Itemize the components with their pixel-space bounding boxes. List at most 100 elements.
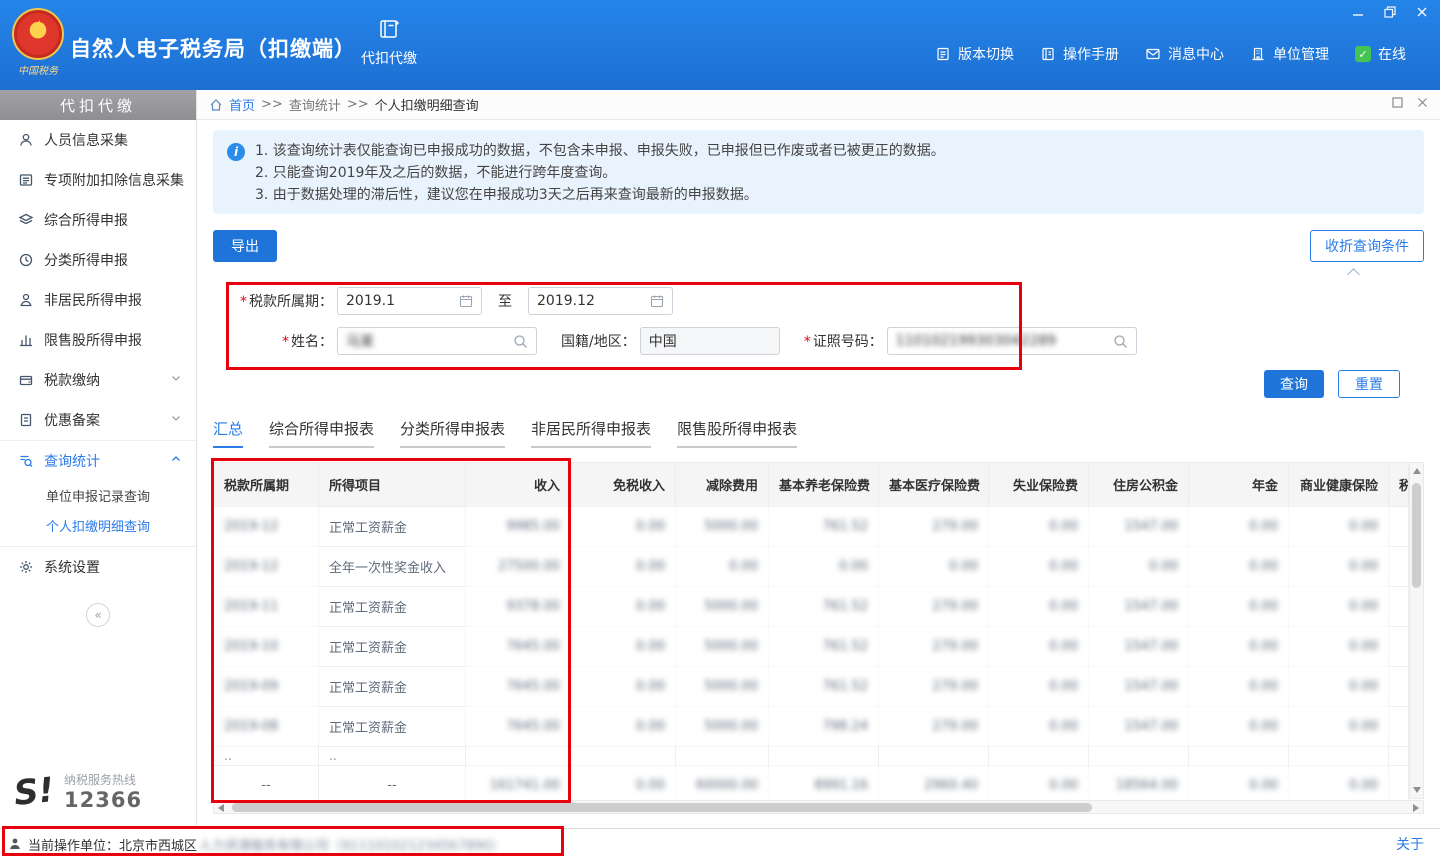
name-input[interactable]: 马某 — [337, 327, 537, 355]
panel-close-icon[interactable] — [1417, 97, 1428, 112]
gear-icon — [18, 559, 34, 575]
table-cell: 正常工资薪金 — [319, 667, 466, 707]
tax-bureau-logo — [12, 8, 64, 60]
scroll-down-icon[interactable] — [1413, 787, 1421, 793]
table-cell — [879, 747, 989, 766]
sidebar-item-classified-income[interactable]: 分类所得申报 — [0, 240, 196, 280]
collapse-caret-icon — [1347, 268, 1360, 281]
table-cell: 1547.00 — [1089, 627, 1189, 667]
menu-online-status[interactable]: ✓ 在线 — [1355, 44, 1406, 64]
search-button[interactable]: 查询 — [1264, 370, 1324, 398]
breadcrumb-home[interactable]: 首页 — [229, 95, 255, 114]
table-cell: 0.00 — [989, 627, 1089, 667]
sidebar-item-nonresident-income[interactable]: 非居民所得申报 — [0, 280, 196, 320]
table-row[interactable]: 2019-10正常工资薪金7645.000.005000.00761.52279… — [214, 627, 1409, 667]
query-statistics-submenu: 单位申报记录查询 个人扣缴明细查询 — [0, 480, 196, 547]
horizontal-scroll-thumb[interactable] — [232, 803, 1092, 812]
table-cell: 0.00 — [1289, 667, 1389, 707]
table-row[interactable]: 2019-09正常工资薪金7645.000.005000.00761.52279… — [214, 667, 1409, 707]
calendar-icon[interactable] — [459, 294, 473, 308]
vertical-scroll-thumb[interactable] — [1412, 483, 1421, 588]
wallet-icon — [18, 372, 34, 388]
online-check-icon: ✓ — [1355, 46, 1371, 62]
table-cell: 0.00 — [989, 667, 1089, 707]
table-cell: 761.52 — [769, 667, 879, 707]
column-header: 税 — [1389, 463, 1409, 507]
sidebar-item-personal-withholding-detail[interactable]: 个人扣缴明细查询 — [0, 510, 196, 540]
table-cell: .. — [214, 747, 319, 766]
search-icon[interactable] — [1113, 334, 1128, 349]
tab-comprehensive-income-form[interactable]: 综合所得申报表 — [269, 418, 374, 448]
table-cell: 9378.00 — [466, 587, 571, 627]
table-cell: 0.00 — [1289, 707, 1389, 747]
about-link[interactable]: 关于 — [1396, 834, 1424, 854]
tab-restricted-shares-form[interactable]: 限售股所得申报表 — [677, 418, 797, 448]
sidebar-item-comprehensive-income[interactable]: 综合所得申报 — [0, 200, 196, 240]
table-cell: 2019-12 — [214, 547, 319, 587]
tab-withholding[interactable]: 代扣代缴 — [346, 17, 432, 68]
period-from-input[interactable]: 2019.1 — [337, 287, 482, 315]
period-to-input[interactable]: 2019.12 — [528, 287, 673, 315]
table-cell: 2019-12 — [214, 507, 319, 547]
export-button[interactable]: 导出 — [213, 230, 277, 262]
id-number-input[interactable]: 110102199303042289 — [887, 327, 1137, 355]
menu-manual[interactable]: 操作手册 — [1040, 44, 1119, 64]
sidebar-item-personnel[interactable]: 人员信息采集 — [0, 120, 196, 160]
reset-button[interactable]: 重置 — [1338, 370, 1400, 398]
document-icon — [18, 412, 34, 428]
table-cell: 0.00 — [1189, 587, 1289, 627]
table-cell: 798.24 — [769, 707, 879, 747]
table-cell — [769, 747, 879, 766]
search-icon[interactable] — [513, 334, 528, 349]
table-row[interactable]: 2019-11正常工资薪金9378.000.005000.00761.52279… — [214, 587, 1409, 627]
menu-org-manage[interactable]: 单位管理 — [1250, 44, 1329, 64]
table-cell: 0.00 — [1189, 667, 1289, 707]
table-cell: 761.52 — [769, 627, 879, 667]
sidebar-item-preference-filing[interactable]: 优惠备案 — [0, 400, 196, 440]
table-row[interactable]: .... — [214, 747, 1409, 766]
horizontal-scrollbar[interactable] — [213, 800, 1424, 814]
sidebar-item-unit-declaration-records[interactable]: 单位申报记录查询 — [0, 480, 196, 510]
panel-maximize-icon[interactable] — [1392, 97, 1403, 112]
table-cell: 1547.00 — [1089, 707, 1189, 747]
column-header: 收入 — [466, 463, 571, 507]
sidebar-item-restricted-shares[interactable]: 限售股所得申报 — [0, 320, 196, 360]
sidebar-item-special-deduction[interactable]: 专项附加扣除信息采集 — [0, 160, 196, 200]
table-cell — [1389, 667, 1409, 707]
collapse-query-button[interactable]: 收折查询条件 — [1310, 230, 1424, 262]
table-row[interactable]: 2019-08正常工资薪金7645.000.005000.00798.24279… — [214, 707, 1409, 747]
layers-icon — [18, 212, 34, 228]
table-cell: 761.52 — [769, 587, 879, 627]
scroll-right-icon[interactable] — [1413, 804, 1419, 812]
menu-version-switch[interactable]: 版本切换 — [935, 44, 1014, 64]
sidebar: 代扣代缴 人员信息采集 专项附加扣除信息采集 综合所得申报 分类所得申报 非居民… — [0, 90, 197, 828]
table-row[interactable]: 2019-12正常工资薪金9985.000.005000.00761.52279… — [214, 507, 1409, 547]
close-icon[interactable] — [1414, 5, 1430, 19]
tab-summary[interactable]: 汇总 — [213, 418, 243, 448]
restore-icon[interactable] — [1382, 5, 1398, 19]
sidebar-item-query-statistics[interactable]: 查询统计 — [0, 440, 196, 480]
scroll-left-icon[interactable] — [218, 804, 224, 812]
scroll-up-icon[interactable] — [1413, 468, 1421, 474]
table-cell: .. — [319, 747, 466, 766]
table-cell: 27500.00 — [466, 547, 571, 587]
sidebar-item-tax-payment[interactable]: 税款缴纳 — [0, 360, 196, 400]
table-cell: 0.00 — [1189, 707, 1289, 747]
table-row[interactable]: 2019-12全年一次性奖金收入27500.000.000.000.000.00… — [214, 547, 1409, 587]
table-cell: 279.00 — [879, 667, 989, 707]
menu-message-center[interactable]: 消息中心 — [1145, 44, 1224, 64]
vertical-scrollbar[interactable] — [1409, 462, 1424, 799]
tab-withholding-label: 代扣代缴 — [361, 48, 417, 68]
calendar-icon[interactable] — [650, 294, 664, 308]
sidebar-item-system-settings[interactable]: 系统设置 — [0, 547, 196, 587]
tab-nonresident-income-form[interactable]: 非居民所得申报表 — [531, 418, 651, 448]
column-header: 减除费用 — [676, 463, 769, 507]
minimize-icon[interactable] — [1350, 5, 1366, 19]
table-cell: 2019-08 — [214, 707, 319, 747]
hotline-number: 12366 — [64, 788, 142, 812]
sidebar-collapse-button[interactable]: « — [86, 603, 110, 627]
tab-classified-income-form[interactable]: 分类所得申报表 — [400, 418, 505, 448]
statusbar: 当前操作单位：北京市西城区人力资源服务有限公司（9111010212345678… — [0, 828, 1440, 859]
nationality-input[interactable]: 中国 — [640, 327, 780, 355]
version-switch-icon — [935, 46, 951, 62]
